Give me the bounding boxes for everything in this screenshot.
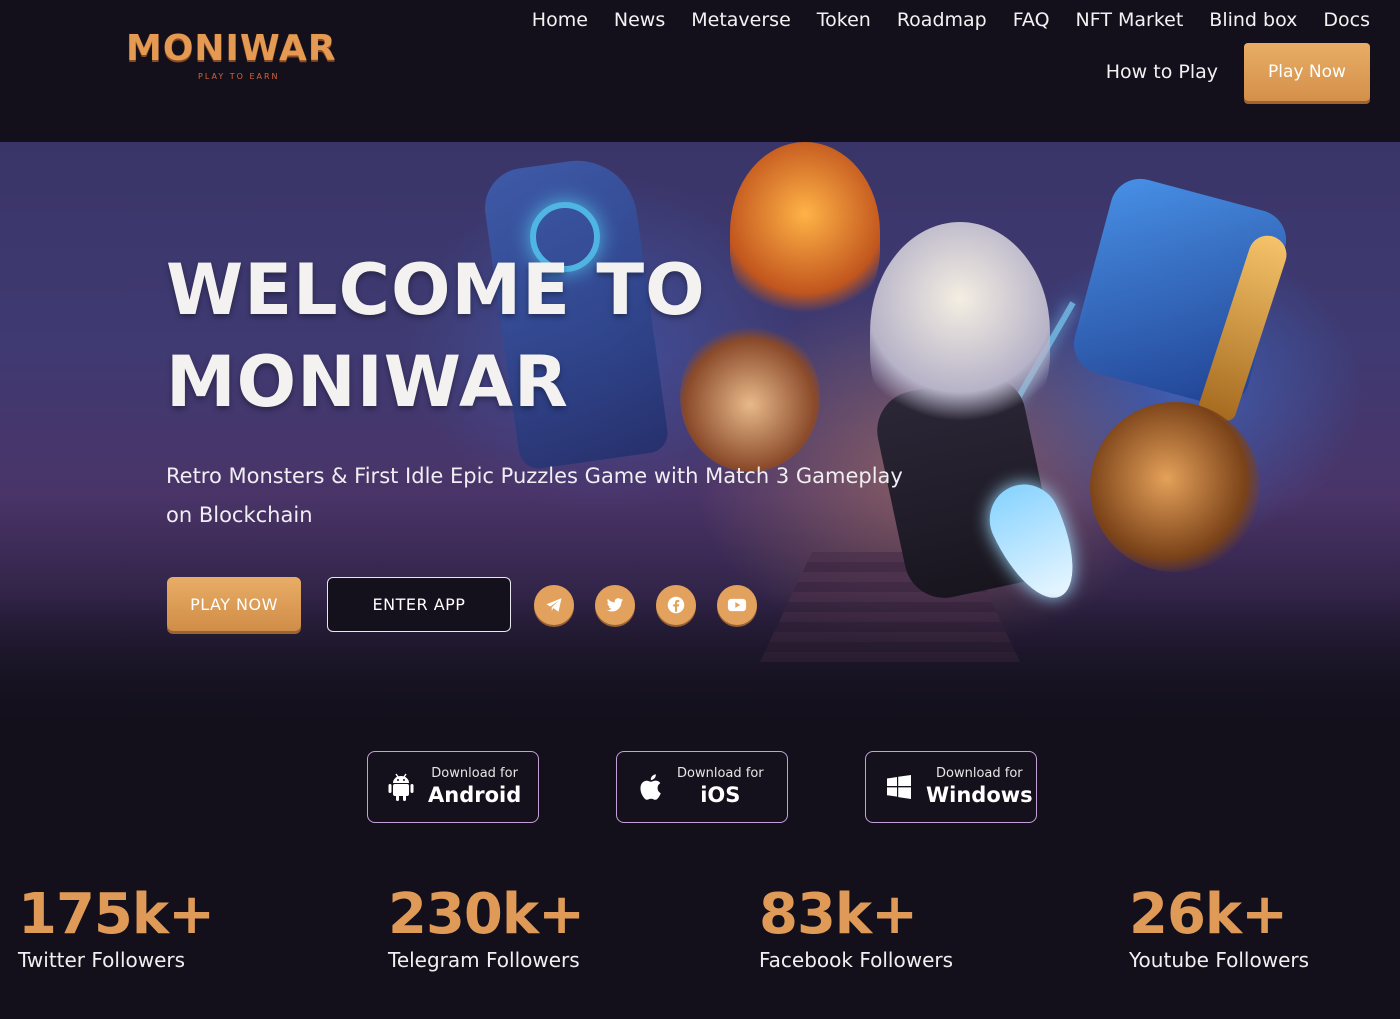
download-ios-prefix: Download for xyxy=(677,766,764,781)
download-android-text: Download for Android xyxy=(428,766,521,808)
download-android-prefix: Download for xyxy=(431,766,518,781)
stat-youtube-label: Youtube Followers xyxy=(1129,948,1310,972)
download-ios-button[interactable]: Download for iOS xyxy=(616,751,788,823)
header-play-now-button[interactable]: Play Now xyxy=(1244,43,1370,101)
download-android-platform: Android xyxy=(428,783,522,807)
twitter-icon[interactable] xyxy=(595,585,635,625)
nav-nft-market[interactable]: NFT Market xyxy=(1076,4,1184,36)
site-header: MONIWAR PLAY TO EARN Home News Metaverse… xyxy=(0,0,1400,142)
stat-youtube: 26k+ Youtube Followers xyxy=(1129,880,1309,972)
hero-play-now-button[interactable]: PLAY NOW xyxy=(167,577,301,631)
stat-facebook: 83k+ Facebook Followers xyxy=(759,880,953,972)
nav-metaverse[interactable]: Metaverse xyxy=(691,4,791,36)
android-icon xyxy=(386,770,416,804)
nav-news[interactable]: News xyxy=(614,4,665,36)
stat-telegram-label: Telegram Followers xyxy=(388,948,580,972)
nav-docs[interactable]: Docs xyxy=(1323,4,1370,36)
logo-wordmark: MONIWAR xyxy=(126,28,337,69)
download-windows-platform: Windows xyxy=(926,783,1033,807)
stat-telegram: 230k+ Telegram Followers xyxy=(388,880,585,972)
social-links xyxy=(534,585,757,625)
youtube-icon[interactable] xyxy=(717,585,757,625)
download-windows-text: Download for Windows xyxy=(926,766,1033,808)
hero-section: WELCOME TO MONIWAR Retro Monsters & Firs… xyxy=(0,142,1400,732)
download-windows-button[interactable]: Download for Windows xyxy=(865,751,1037,823)
download-ios-text: Download for iOS xyxy=(677,766,764,808)
stat-telegram-value: 230k+ xyxy=(388,882,585,947)
hero-title-line-1: WELCOME TO xyxy=(166,249,706,331)
download-windows-prefix: Download for xyxy=(936,766,1023,781)
nav-how-to-play[interactable]: How to Play xyxy=(1106,61,1218,83)
hero-title: WELCOME TO MONIWAR xyxy=(166,244,706,428)
logo-tagline: PLAY TO EARN xyxy=(198,72,280,81)
stat-twitter-value: 175k+ xyxy=(18,882,215,947)
stat-twitter-label: Twitter Followers xyxy=(18,948,186,972)
nav-faq[interactable]: FAQ xyxy=(1013,4,1050,36)
hero-art-armored-character xyxy=(1090,402,1260,572)
nav-home[interactable]: Home xyxy=(532,4,588,36)
stat-facebook-value: 83k+ xyxy=(759,882,918,947)
telegram-icon[interactable] xyxy=(534,585,574,625)
apple-icon xyxy=(635,770,665,804)
nav-roadmap[interactable]: Roadmap xyxy=(897,4,987,36)
download-ios-platform: iOS xyxy=(700,783,741,807)
secondary-nav: How to Play Play Now xyxy=(1106,43,1370,101)
hero-art-warrior-head xyxy=(870,222,1050,442)
enter-app-button[interactable]: ENTER APP xyxy=(327,577,511,632)
main-nav: Home News Metaverse Token Roadmap FAQ NF… xyxy=(506,4,1370,36)
facebook-icon[interactable] xyxy=(656,585,696,625)
windows-icon xyxy=(884,770,914,804)
hero-art-fire-monster xyxy=(730,142,880,322)
nav-blind-box[interactable]: Blind box xyxy=(1209,4,1297,36)
nav-token[interactable]: Token xyxy=(817,4,871,36)
hero-title-line-2: MONIWAR xyxy=(166,341,569,423)
hero-subtitle: Retro Monsters & First Idle Epic Puzzles… xyxy=(166,464,903,527)
stat-twitter: 175k+ Twitter Followers xyxy=(18,880,215,972)
download-android-button[interactable]: Download for Android xyxy=(367,751,539,823)
stat-youtube-value: 26k+ xyxy=(1129,882,1288,947)
moniwar-logo[interactable]: MONIWAR PLAY TO EARN xyxy=(126,28,366,84)
stat-facebook-label: Facebook Followers xyxy=(759,948,954,972)
